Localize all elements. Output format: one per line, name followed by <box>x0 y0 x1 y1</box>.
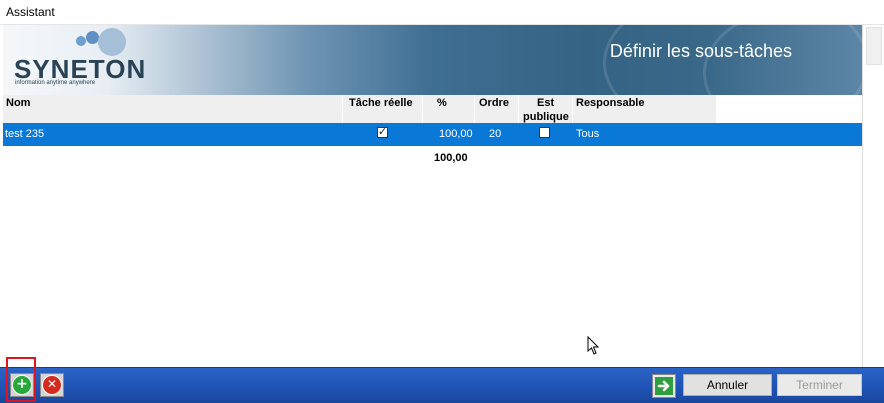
finish-button[interactable]: Terminer <box>777 374 862 396</box>
cell-percent: 100,00 <box>439 128 473 140</box>
add-button[interactable]: + <box>10 373 34 397</box>
table-row[interactable]: test 235 100,00 20 Tous <box>3 123 862 146</box>
next-button[interactable] <box>652 374 676 398</box>
cell-order: 20 <box>489 128 502 140</box>
logo-dot <box>98 28 126 56</box>
cell-name: test 235 <box>5 128 45 140</box>
column-header-public[interactable]: Est publique <box>519 95 573 123</box>
column-header-percent[interactable]: % <box>423 95 475 123</box>
brand-tagline: information anytime anywhere <box>15 80 96 86</box>
column-header-real-task[interactable]: Tâche réelle <box>343 95 423 123</box>
bottom-toolbar: + ✕ Annuler Terminer <box>0 367 884 403</box>
delete-circle-icon: ✕ <box>42 375 62 395</box>
delete-button[interactable]: ✕ <box>40 373 64 397</box>
total-percent: 100,00 <box>434 152 468 164</box>
page-title: Définir les sous-tâches <box>609 41 792 61</box>
arrow-right-icon <box>655 377 673 395</box>
real-task-checkbox[interactable] <box>377 125 388 138</box>
cell-responsible: Tous <box>576 128 600 140</box>
window-title: Assistant <box>6 5 55 19</box>
column-header-order[interactable]: Ordre <box>475 95 519 123</box>
column-header-name[interactable]: Nom <box>3 95 343 123</box>
column-header-responsible[interactable]: Responsable <box>573 95 717 123</box>
public-checkbox[interactable] <box>539 127 550 138</box>
title-bar: Assistant <box>0 0 884 25</box>
cancel-button[interactable]: Annuler <box>683 374 772 396</box>
mouse-cursor-icon <box>587 336 600 355</box>
add-circle-icon: + <box>12 375 32 395</box>
subtasks-grid: Nom Tâche réelle % Ordre Est publique Re… <box>3 95 862 367</box>
logo-dot <box>76 36 86 46</box>
vertical-scrollbar[interactable] <box>862 25 883 367</box>
scrollbar-thumb[interactable] <box>866 27 882 65</box>
header-banner: SYNETON information anytime anywhere Déf… <box>3 25 862 95</box>
